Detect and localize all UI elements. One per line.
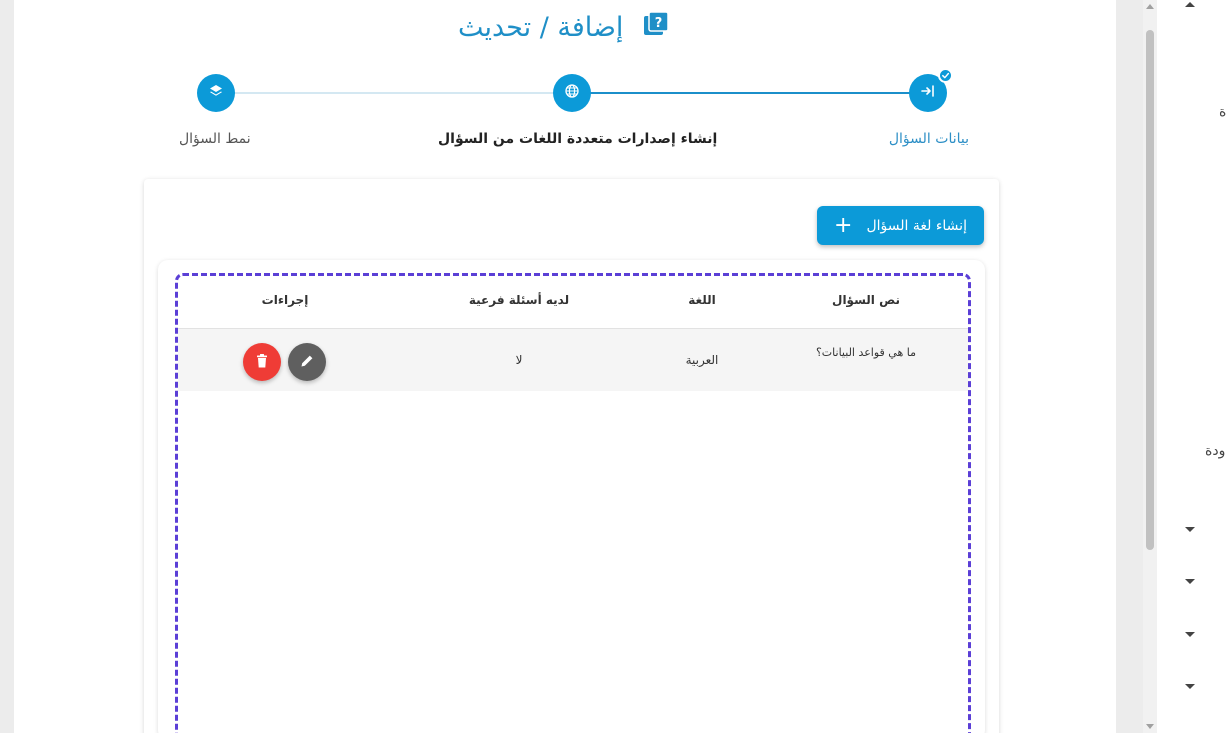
column-header-actions: إجراءات: [261, 293, 309, 307]
step-2-label: إنشاء إصدارات متعددة اللغات من السؤال: [438, 131, 718, 147]
step-1-label: بيانات السؤال: [888, 131, 969, 147]
add-button-label: إنشاء لغة السؤال: [866, 217, 967, 234]
cell-has-sub-questions: لا: [515, 353, 523, 367]
scrollbar-thumb[interactable]: [1146, 30, 1154, 550]
page-title: ? إضافة / تحديث: [0, 6, 1128, 51]
side-panel: ة ودة: [1157, 0, 1226, 733]
layers-icon: [208, 83, 224, 103]
caret-down-icon[interactable]: [1185, 579, 1195, 584]
column-header-language: اللغة: [688, 293, 716, 307]
page-title-text: إضافة / تحديث: [457, 12, 624, 43]
cell-language: العربية: [685, 353, 719, 367]
step-3-label: نمط السؤال: [179, 131, 251, 147]
scroll-up-arrow-icon[interactable]: [1146, 4, 1154, 9]
caret-down-icon[interactable]: [1185, 527, 1195, 532]
svg-text:?: ?: [655, 16, 663, 31]
column-header-question-text: نص السؤال: [832, 293, 900, 307]
question-book-icon: ?: [642, 7, 670, 51]
caret-down-icon[interactable]: [1185, 684, 1195, 689]
side-text-fragment-2: ودة: [1205, 443, 1226, 459]
delete-button[interactable]: [243, 343, 281, 381]
caret-down-icon[interactable]: [1185, 632, 1195, 637]
plus-icon: +: [834, 212, 853, 238]
trash-icon: [254, 353, 270, 372]
step-2-multilanguage[interactable]: [553, 74, 591, 112]
cell-question-text: ما هي قواعد البيانات؟: [815, 346, 917, 359]
globe-icon: [564, 83, 580, 103]
side-text-fragment-1: ة: [1219, 104, 1226, 120]
column-header-has-sub-questions: لديه أسئلة فرعية: [468, 293, 570, 307]
caret-up-icon[interactable]: [1185, 2, 1195, 7]
step-3-question-pattern[interactable]: [197, 74, 235, 112]
step-1-check-icon: [938, 68, 953, 83]
sign-in-icon: [920, 83, 936, 103]
stepper-line-completed: [572, 92, 928, 94]
scroll-down-arrow-icon[interactable]: [1146, 724, 1154, 729]
stepper-line-pending: [215, 92, 572, 94]
pencil-icon: [299, 353, 315, 372]
edit-button[interactable]: [288, 343, 326, 381]
add-question-language-button[interactable]: إنشاء لغة السؤال +: [817, 206, 984, 245]
